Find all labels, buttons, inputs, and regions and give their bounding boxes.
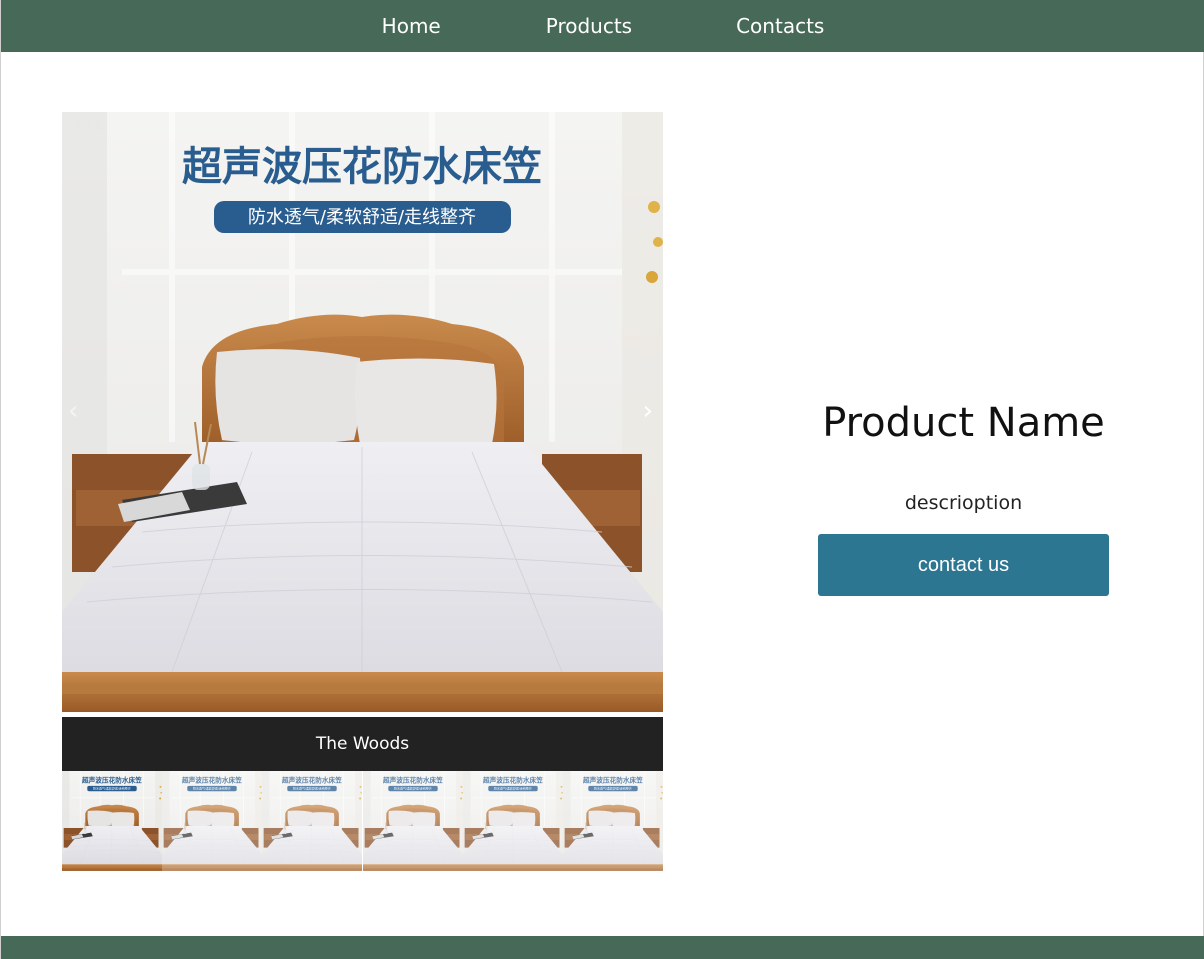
thumbnail-3[interactable]: 超声波压花防水床笠 防水透气/柔软舒适/走线整齐 xyxy=(262,771,363,871)
banner-title: 超声波压花防水床笠 xyxy=(281,775,342,784)
footer-bar xyxy=(1,936,1204,959)
product-description: descrioption xyxy=(904,492,1023,514)
product-gallery: 超声波压花防水床笠 防水透气/柔软舒适/走线整齐 1 / 6 ‹ › The W… xyxy=(62,112,663,871)
banner-subtitle: 防水透气/柔软舒适/走线整齐 xyxy=(248,207,476,228)
thumbnail-1[interactable]: 超声波压花防水床笠 防水透气/柔软舒适/走线整齐 xyxy=(62,771,162,871)
thumbnail-4[interactable]: 超声波压花防水床笠 防水透气/柔软舒适/走线整齐 xyxy=(362,771,463,871)
thumbnail-image: 超声波压花防水床笠 防水透气/柔软舒适/走线整齐 xyxy=(362,771,463,871)
thumbnail-5[interactable]: 超声波压花防水床笠 防水透气/柔软舒适/走线整齐 xyxy=(462,771,563,871)
nav-contacts-link[interactable]: Contacts xyxy=(736,14,824,38)
banner-title: 超声波压花防水床笠 xyxy=(382,775,443,784)
banner-subtitle: 防水透气/柔软舒适/走线整齐 xyxy=(394,786,432,791)
thumbnail-image: 超声波压花防水床笠 防水透气/柔软舒适/走线整齐 xyxy=(562,771,663,871)
thumbnail-2[interactable]: 超声波压花防水床笠 防水透气/柔软舒适/走线整齐 xyxy=(162,771,263,871)
banner-subtitle: 防水透气/柔软舒适/走线整齐 xyxy=(293,786,331,791)
banner-title: 超声波压花防水床笠 xyxy=(582,775,643,784)
contact-us-button[interactable]: contact us xyxy=(818,534,1109,596)
bed-product-photo: 超声波压花防水床笠 防水透气/柔软舒适/走线整齐 xyxy=(62,112,663,712)
banner-title: 超声波压花防水床笠 xyxy=(181,775,242,784)
thumbnail-image: 超声波压花防水床笠 防水透气/柔软舒适/走线整齐 xyxy=(462,771,563,871)
main-product-image: 超声波压花防水床笠 防水透气/柔软舒适/走线整齐 1 / 6 ‹ › xyxy=(62,112,663,712)
thumbnail-image: 超声波压花防水床笠 防水透气/柔软舒适/走线整齐 xyxy=(262,771,363,871)
banner-title: 超声波压花防水床笠 xyxy=(182,144,542,190)
nav-products-link[interactable]: Products xyxy=(546,14,632,38)
thumbnail-image: 超声波压花防水床笠 防水透气/柔软舒适/走线整齐 xyxy=(62,771,162,871)
banner-title: 超声波压花防水床笠 xyxy=(482,775,543,784)
banner-subtitle: 防水透气/柔软舒适/走线整齐 xyxy=(193,786,231,791)
slide-counter: 1 / 6 xyxy=(74,120,104,135)
banner-subtitle: 防水透气/柔软舒适/走线整齐 xyxy=(494,786,532,791)
prev-arrow-icon[interactable]: ‹ xyxy=(68,398,78,424)
nav-home-link[interactable]: Home xyxy=(382,14,441,38)
next-arrow-icon[interactable]: › xyxy=(643,398,653,424)
product-name: Product Name xyxy=(822,400,1105,446)
top-navbar: Home Products Contacts xyxy=(1,0,1204,52)
product-info: Product Name descrioption contact us xyxy=(818,400,1109,596)
banner-title: 超声波压花防水床笠 xyxy=(81,775,142,784)
image-caption: The Woods xyxy=(62,717,663,771)
thumbnail-image: 超声波压花防水床笠 防水透气/柔软舒适/走线整齐 xyxy=(162,771,263,871)
banner-subtitle: 防水透气/柔软舒适/走线整齐 xyxy=(594,786,632,791)
thumbnail-6[interactable]: 超声波压花防水床笠 防水透气/柔软舒适/走线整齐 xyxy=(562,771,663,871)
thumbnail-strip: 超声波压花防水床笠 防水透气/柔软舒适/走线整齐 超声波压花防水床笠 防水透气/… xyxy=(62,771,663,871)
